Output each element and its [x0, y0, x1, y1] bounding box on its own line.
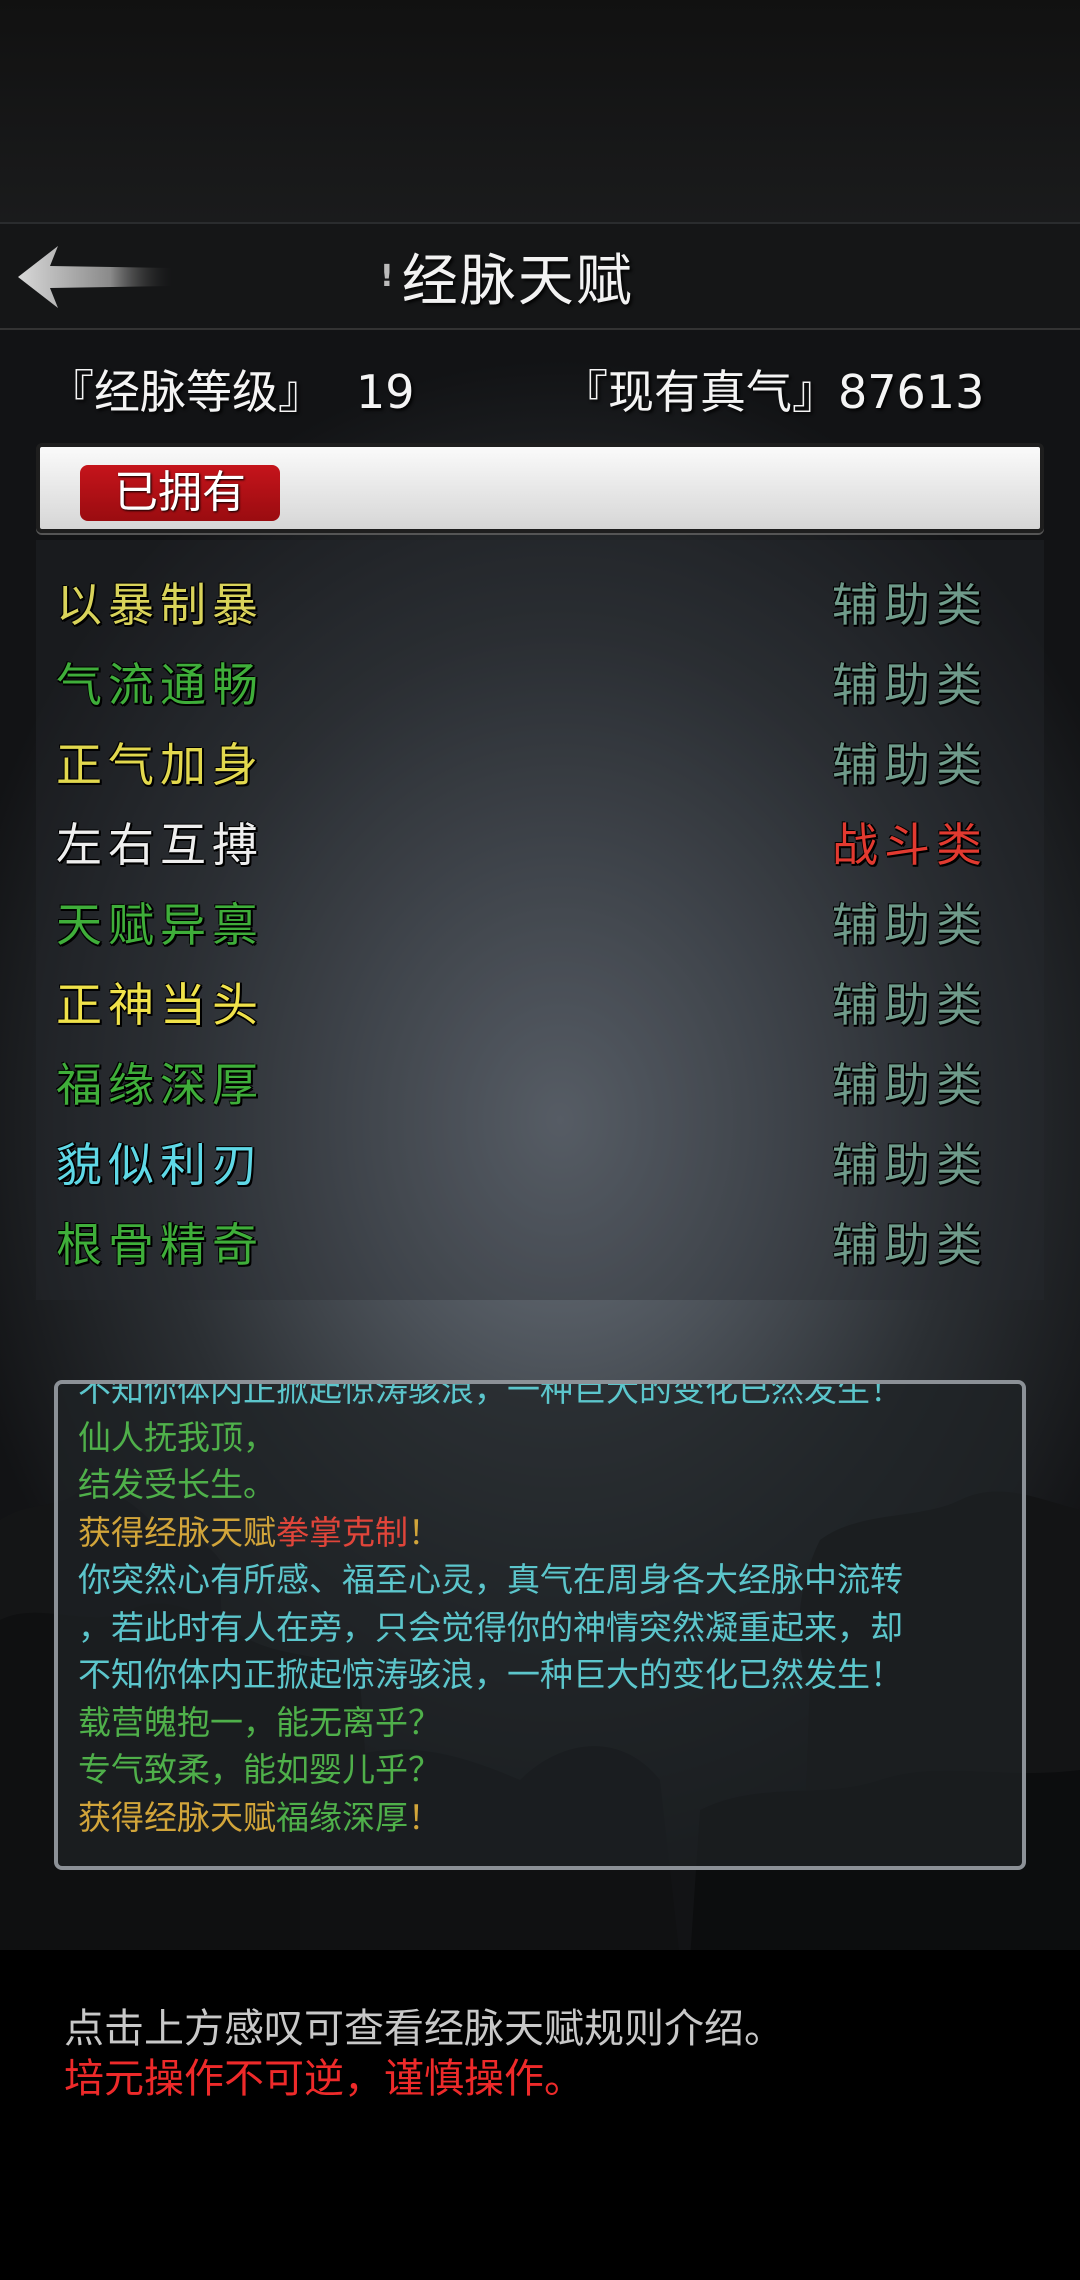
status-area — [0, 0, 1080, 222]
log-segment: 不知你体内正掀起惊涛骇浪，一种巨大的变化已然发生！ — [78, 1655, 903, 1694]
talent-type: 辅助类 — [832, 978, 988, 1032]
page-title: 经脉天赋 — [401, 248, 634, 314]
event-log-text: 不知你体内正掀起惊涛骇浪，一种巨大的变化已然发生！ 仙人抚我顶， 结发受长生。 获得经… — [78, 1380, 1018, 1842]
log-line: 结发受长生。 — [78, 1461, 1018, 1509]
talent-name: 气流通畅 — [56, 658, 264, 712]
meridian-level: 『经脉等级』 19 — [48, 356, 415, 422]
talent-name: 左右互搏 — [56, 818, 264, 872]
back-button[interactable] — [14, 242, 174, 312]
screen: ! 经脉天赋 『经脉等级』 19 『现有真气』87613 已拥有 以暴制暴 辅助类气… — [0, 0, 1080, 2280]
log-line: 不知你体内正掀起惊涛骇浪，一种巨大的变化已然发生！ — [78, 1651, 1018, 1699]
log-segment: ！ — [408, 1512, 441, 1552]
log-line: 不知你体内正掀起惊涛骇浪，一种巨大的变化已然发生！ — [78, 1380, 1018, 1414]
talent-type: 战斗类 — [832, 818, 988, 872]
meridian-level-label: 『经脉等级』 — [48, 365, 324, 419]
talent-name: 貌似利刃 — [56, 1138, 264, 1192]
talent-name: 正气加身 — [56, 738, 264, 792]
log-segment: ！ — [408, 1797, 441, 1837]
log-line: ，若此时有人在旁，只会觉得你的神情突然凝重起来，却 — [78, 1604, 1018, 1652]
tab-owned[interactable]: 已拥有 — [80, 465, 280, 521]
meridian-level-value: 19 — [356, 365, 415, 419]
talent-name: 正神当头 — [56, 978, 264, 1032]
log-segment: ，若此时有人在旁，只会觉得你的神情突然凝重起来，却 — [78, 1607, 903, 1647]
irreversible-warning-text: 培元操作不可逆，谨慎操作。 — [64, 2056, 584, 2102]
talent-row[interactable]: 正气加身 辅助类 — [36, 730, 1044, 800]
talent-name: 天赋异禀 — [56, 898, 264, 952]
log-segment: 拳掌克制 — [276, 1512, 408, 1552]
talent-row[interactable]: 气流通畅 辅助类 — [36, 650, 1044, 720]
talent-type: 辅助类 — [832, 738, 988, 792]
talent-row[interactable]: 根骨精奇 辅助类 — [36, 1210, 1044, 1280]
log-line: 载营魄抱一，能无离乎？ — [78, 1699, 1018, 1747]
talent-name: 福缘深厚 — [56, 1058, 264, 1112]
talent-row[interactable]: 天赋异禀 辅助类 — [36, 890, 1044, 960]
log-segment: 仙人抚我顶， — [78, 1417, 276, 1457]
event-log-panel[interactable]: 不知你体内正掀起惊涛骇浪，一种巨大的变化已然发生！ 仙人抚我顶， 结发受长生。 获得经… — [54, 1380, 1026, 1870]
talent-row[interactable]: 左右互搏 战斗类 — [36, 810, 1044, 880]
log-segment: 专气致柔，能如婴儿乎？ — [78, 1750, 441, 1789]
talent-name: 以暴制暴 — [56, 578, 264, 632]
current-qi-label: 『现有真气』 — [562, 365, 838, 419]
talent-type: 辅助类 — [832, 1058, 988, 1112]
title-bar: ! 经脉天赋 — [0, 222, 1080, 330]
log-segment: 获得经脉天赋 — [78, 1512, 276, 1552]
talent-type: 辅助类 — [832, 658, 988, 712]
log-segment: 福缘深厚 — [276, 1797, 408, 1837]
talent-type: 辅助类 — [832, 1218, 988, 1272]
log-segment: 载营魄抱一，能无离乎？ — [78, 1702, 441, 1742]
talent-type: 辅助类 — [832, 1138, 988, 1192]
owned-tab-bar: 已拥有 — [36, 443, 1044, 533]
current-qi: 『现有真气』87613 — [562, 356, 984, 422]
info-icon[interactable]: ! — [380, 259, 394, 294]
talent-row[interactable]: 福缘深厚 辅助类 — [36, 1050, 1044, 1120]
back-arrow-icon — [18, 246, 172, 308]
talent-row[interactable]: 正神当头 辅助类 — [36, 970, 1044, 1040]
log-segment: 不知你体内正掀起惊涛骇浪，一种巨大的变化已然发生！ — [78, 1380, 903, 1409]
log-segment: 结发受长生。 — [78, 1465, 276, 1504]
log-line: 获得经脉天赋拳掌克制！ — [78, 1509, 1018, 1557]
log-segment: 你突然心有所感、福至心灵，真气在周身各大经脉中流转 — [78, 1560, 903, 1599]
talent-type: 辅助类 — [832, 898, 988, 952]
log-line: 仙人抚我顶， — [78, 1414, 1018, 1462]
talent-type: 辅助类 — [832, 578, 988, 632]
talent-row[interactable]: 貌似利刃 辅助类 — [36, 1130, 1044, 1200]
log-line: 你突然心有所感、福至心灵，真气在周身各大经脉中流转 — [78, 1556, 1018, 1604]
log-line: 专气致柔，能如婴儿乎？ — [78, 1746, 1018, 1794]
talent-name: 根骨精奇 — [56, 1218, 264, 1272]
current-qi-value: 87613 — [838, 365, 985, 419]
title-group: ! 经脉天赋 — [380, 244, 634, 314]
log-line: 获得经脉天赋福缘深厚！ — [78, 1794, 1018, 1842]
talent-row[interactable]: 以暴制暴 辅助类 — [36, 570, 1044, 640]
log-segment: 获得经脉天赋 — [78, 1797, 276, 1837]
talent-list: 以暴制暴 辅助类 气流通畅 辅助类 正气加身 辅助类 左右互搏 战斗类 天赋异禀 辅助类 正神当头辅… — [36, 540, 1044, 1300]
